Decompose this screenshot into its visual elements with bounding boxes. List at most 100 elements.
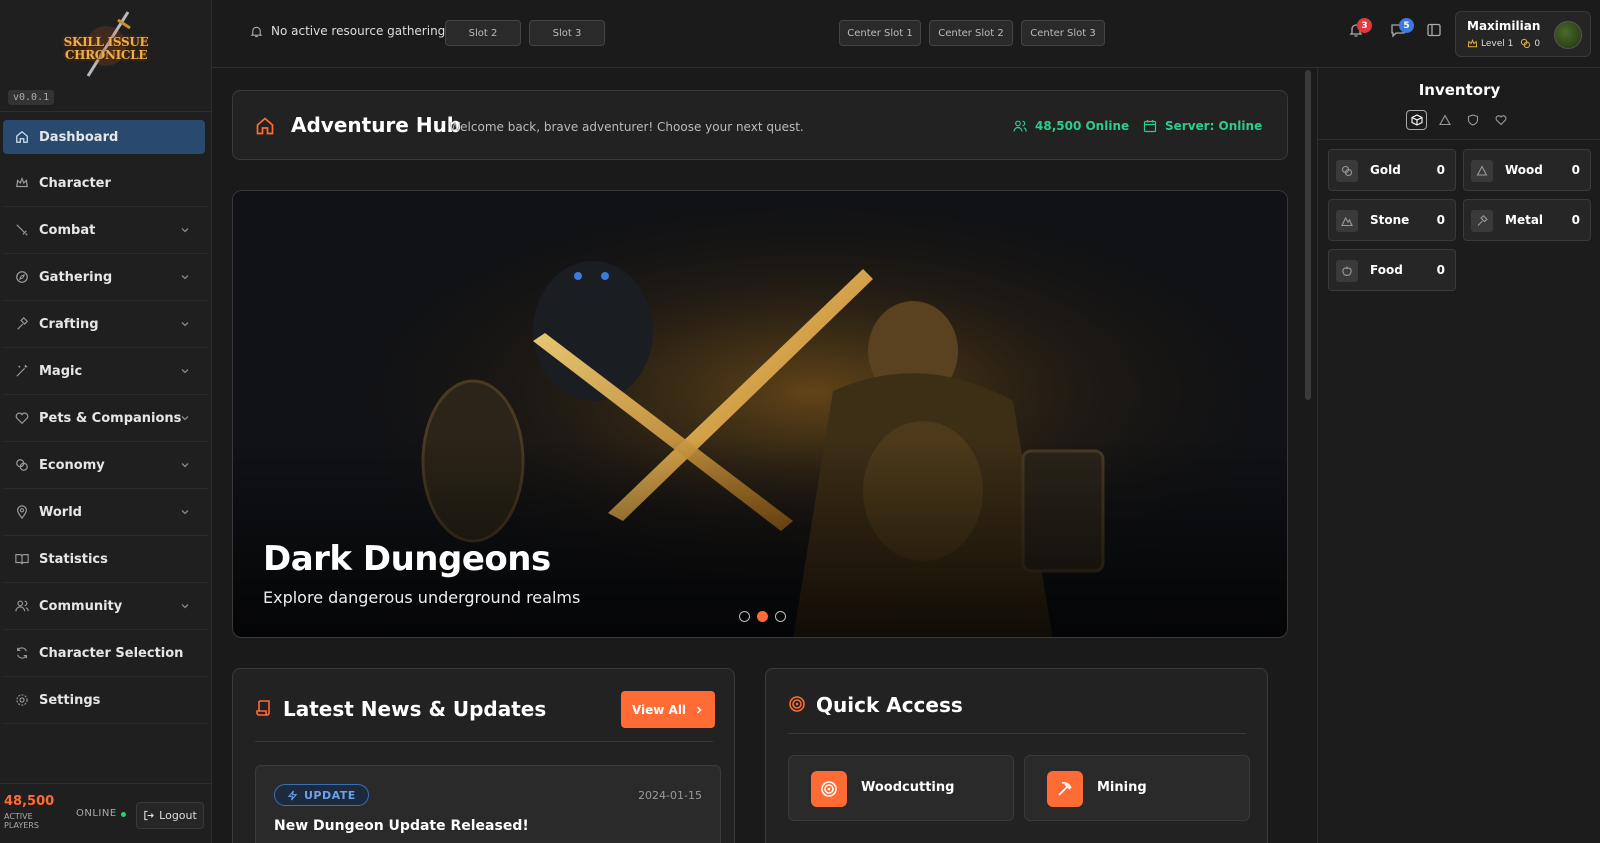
carousel-dot-2[interactable]: [757, 611, 768, 622]
sidebar-item-world[interactable]: World: [3, 489, 208, 536]
user-gold: 0: [1534, 38, 1541, 49]
chevron-down-icon[interactable]: [180, 366, 190, 376]
chevron-down-icon[interactable]: [180, 460, 190, 470]
home-icon: [256, 117, 274, 135]
hammer-icon: [1471, 210, 1493, 232]
sidebar-item-combat[interactable]: Combat: [3, 207, 208, 254]
chevron-right-icon: [697, 705, 702, 714]
news-item[interactable]: UPDATE 2024-01-15 New Dungeon Update Rel…: [255, 765, 721, 843]
slot-2-button[interactable]: Slot 2: [445, 20, 521, 46]
users-icon: [1013, 120, 1027, 132]
chevron-down-icon[interactable]: [180, 319, 190, 329]
inventory-title: Inventory: [1418, 81, 1501, 99]
sidebar-item-crafting[interactable]: Crafting: [3, 301, 208, 348]
quick-access-woodcutting[interactable]: Woodcutting: [788, 755, 1014, 821]
inventory-panel: Inventory Gold 0 Wood 0 Stone 0 Metal 0 …: [1317, 68, 1600, 843]
carousel-dot-1[interactable]: [739, 611, 750, 622]
online-status-label: ONLINE: [76, 808, 117, 819]
main-content: Adventure Hub Welcome back, brave advent…: [212, 68, 1308, 843]
version-badge: v0.0.1: [8, 90, 55, 105]
sidebar-item-label: Character Selection: [39, 645, 184, 661]
target-icon: [789, 696, 805, 712]
active-players-label: ACTIVE PLAYERS: [4, 812, 39, 830]
online-players-text: 48,500 Online: [1035, 119, 1130, 133]
chevron-down-icon[interactable]: [180, 272, 190, 282]
resource-gold[interactable]: Gold 0: [1328, 149, 1456, 191]
sidebar-item-pets-companions[interactable]: Pets & Companions: [3, 395, 208, 442]
sidebar-item-label: World: [39, 504, 82, 520]
apple-icon: [1336, 260, 1358, 282]
news-divider: [255, 741, 713, 742]
sidebar-item-gathering[interactable]: Gathering: [3, 254, 208, 301]
resource-wood[interactable]: Wood 0: [1463, 149, 1591, 191]
sidebar-item-community[interactable]: Community: [3, 583, 208, 630]
triangle-icon: [1438, 114, 1451, 126]
panel-toggle-button[interactable]: [1426, 22, 1444, 40]
scroll-icon: [256, 700, 270, 716]
sidebar-item-label: Community: [39, 598, 123, 614]
logo-area: SKILL ISSUE CHRONICLE v0.0.1: [0, 0, 211, 112]
banner-subtitle: Explore dangerous underground realms: [263, 588, 581, 607]
sidebar-item-character[interactable]: Character: [3, 160, 208, 207]
notifications-button[interactable]: 3: [1348, 18, 1372, 40]
slot-3-button[interactable]: Slot 3: [529, 20, 605, 46]
sidebar-item-label: Character: [39, 175, 111, 191]
sidebar-item-label: Settings: [39, 692, 101, 708]
tab-favorites[interactable]: [1490, 110, 1511, 130]
resource-value: 0: [1436, 213, 1445, 227]
sidebar-item-character-selection[interactable]: Character Selection: [3, 630, 208, 677]
logout-button[interactable]: Logout: [136, 802, 204, 829]
logout-label: Logout: [159, 809, 197, 822]
resource-food[interactable]: Food 0: [1328, 249, 1456, 291]
chevron-down-icon[interactable]: [180, 601, 190, 611]
sidebar-item-magic[interactable]: Magic: [3, 348, 208, 395]
home-icon: [16, 130, 28, 143]
view-all-button[interactable]: View All: [621, 691, 715, 728]
carousel-dot-3[interactable]: [775, 611, 786, 622]
sidebar-item-statistics[interactable]: Statistics: [3, 536, 208, 583]
resource-stone[interactable]: Stone 0: [1328, 199, 1456, 241]
sidebar-item-settings[interactable]: Settings: [3, 677, 208, 724]
sidebar-item-label: Combat: [39, 222, 96, 238]
game-logo[interactable]: SKILL ISSUE CHRONICLE: [58, 10, 154, 78]
chevron-down-icon[interactable]: [180, 507, 190, 517]
resource-metal[interactable]: Metal 0: [1463, 199, 1591, 241]
center-slot-3-button[interactable]: Center Slot 3: [1021, 20, 1105, 46]
center-slot-1-button[interactable]: Center Slot 1: [839, 20, 921, 46]
sidebar-item-label: Statistics: [39, 551, 108, 567]
heart-icon: [15, 412, 29, 425]
quick-access-mining[interactable]: Mining: [1024, 755, 1250, 821]
sidebar-item-dashboard[interactable]: Dashboard: [3, 120, 205, 154]
sidebar-item-label: Dashboard: [39, 129, 119, 145]
logout-icon: [144, 810, 155, 821]
quick-access-label: Woodcutting: [861, 780, 955, 795]
resource-name: Metal: [1505, 213, 1544, 227]
center-slot-2-button[interactable]: Center Slot 2: [929, 20, 1013, 46]
users-icon: [15, 600, 29, 612]
carousel-dots: [739, 611, 793, 622]
main-scrollbar[interactable]: [1305, 70, 1311, 400]
pickaxe-icon: [1058, 782, 1072, 796]
chevron-down-icon[interactable]: [180, 413, 190, 423]
quick-access-label: Mining: [1097, 780, 1147, 795]
book-icon: [15, 554, 29, 565]
tab-equipment[interactable]: [1462, 110, 1483, 130]
sidebar-item-label: Magic: [39, 363, 83, 379]
news-tag-badge: UPDATE: [274, 784, 369, 806]
messages-button[interactable]: 5: [1390, 18, 1414, 40]
sidebar-item-label: Pets & Companions: [39, 410, 182, 426]
gathering-status-text: No active resource gathering: [271, 24, 446, 38]
online-indicator-dot: [121, 812, 126, 817]
featured-banner[interactable]: Dark Dungeons Explore dangerous undergro…: [232, 190, 1288, 638]
news-tag-label: UPDATE: [304, 788, 356, 802]
calendar-icon: [1143, 120, 1157, 133]
chevron-down-icon[interactable]: [180, 225, 190, 235]
user-profile-button[interactable]: Maximilian Level 1 0: [1455, 11, 1591, 57]
gathering-status: No active resource gathering: [250, 24, 445, 38]
crown-icon: [16, 176, 28, 188]
resource-value: 0: [1436, 263, 1445, 277]
tab-materials[interactable]: [1434, 110, 1455, 130]
tab-resources[interactable]: [1406, 110, 1427, 130]
sidebar-item-economy[interactable]: Economy: [3, 442, 208, 489]
gear-icon: [16, 694, 28, 706]
